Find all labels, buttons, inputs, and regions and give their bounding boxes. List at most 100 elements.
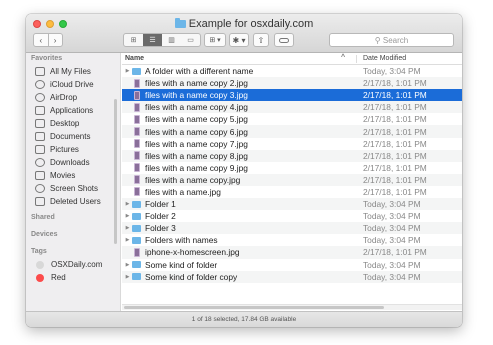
icon-view-button[interactable]: ⊞ xyxy=(124,34,143,46)
forward-button[interactable]: › xyxy=(48,36,62,45)
disclosure-triangle-icon[interactable]: ▶ xyxy=(123,274,132,280)
folder-icon xyxy=(132,224,141,232)
date-modified: Today, 3:04 PM xyxy=(363,223,421,234)
camera-icon xyxy=(35,145,45,154)
sidebar-favorites-header: Favorites xyxy=(31,55,63,62)
disclosure-triangle-icon[interactable]: ▶ xyxy=(123,262,132,268)
file-name: files with a name copy 2.jpg xyxy=(145,78,248,89)
table-row[interactable]: files with a name copy 7.jpg 2/17/18, 1:0… xyxy=(122,138,462,150)
tag-button[interactable] xyxy=(274,33,294,47)
date-modified: Today, 3:04 PM xyxy=(363,271,421,282)
folder-icon xyxy=(132,273,141,281)
gallery-view-button[interactable]: ▭ xyxy=(181,34,200,46)
file-name: files with a name copy 4.jpg xyxy=(145,102,248,113)
finder-window: Example for osxdaily.com ‹ › ⊞ ☰ ▥ ▭ ⊞ ▾… xyxy=(26,14,462,327)
search-field[interactable]: ⚲ Search xyxy=(329,33,454,47)
image-file-icon xyxy=(134,102,140,112)
column-view-button[interactable]: ▥ xyxy=(162,34,181,46)
sidebar-item-label: Movies xyxy=(50,171,76,180)
disclosure-triangle-icon[interactable]: ▶ xyxy=(123,237,132,243)
sidebar-item-screen-shots[interactable]: Screen Shots xyxy=(26,182,120,195)
gear-icon xyxy=(35,184,45,193)
sidebar-devices-header: Devices xyxy=(31,231,58,238)
action-gear-button[interactable]: ✱ ▾ xyxy=(229,33,249,47)
table-row[interactable]: files with a name copy 2.jpg 2/17/18, 1:0… xyxy=(122,77,462,90)
sidebar-item-label: Screen Shots xyxy=(50,184,99,193)
date-modified: 2/17/18, 1:01 PM xyxy=(363,186,427,197)
disclosure-triangle-icon[interactable]: ▶ xyxy=(123,225,132,231)
disclosure-triangle-icon[interactable]: ▶ xyxy=(123,213,132,219)
table-row[interactable]: files with a name copy 3.jpg 2/17/18, 1:0… xyxy=(122,89,462,102)
sidebar-item-airdrop[interactable]: AirDrop xyxy=(26,91,120,104)
table-row[interactable]: files with a name copy 9.jpg 2/17/18, 1:0… xyxy=(122,162,462,174)
table-row[interactable]: ▶ Folder 1 Today, 3:04 PM xyxy=(122,198,462,211)
table-row[interactable]: ▶ Some kind of folder copy Today, 3:04 PM xyxy=(122,270,462,283)
file-name: iphone-x-homescreen.jpg xyxy=(145,247,240,258)
window-title-text: Example for osxdaily.com xyxy=(188,18,314,30)
table-row[interactable]: files with a name copy 5.jpg 2/17/18, 1:0… xyxy=(122,113,462,125)
cloud-icon xyxy=(35,80,45,89)
table-row[interactable]: files with a name copy 4.jpg 2/17/18, 1:0… xyxy=(122,101,462,114)
sidebar-item-label: Downloads xyxy=(50,158,90,167)
sidebar-item-desktop[interactable]: Desktop xyxy=(26,117,120,130)
name-column-header[interactable]: Name xyxy=(125,55,144,62)
date-column-header[interactable]: Date Modified xyxy=(363,55,406,62)
table-row[interactable]: ▶ Folder 3 Today, 3:04 PM xyxy=(122,222,462,235)
sidebar-scrollbar[interactable] xyxy=(114,99,117,244)
image-file-icon xyxy=(134,78,140,88)
date-modified: Today, 3:04 PM xyxy=(363,66,421,77)
file-name: files with a name copy 7.jpg xyxy=(145,138,248,149)
back-button[interactable]: ‹ xyxy=(34,36,48,45)
window-title: Example for osxdaily.com xyxy=(26,18,462,30)
folder-icon xyxy=(132,236,141,244)
date-modified: 2/17/18, 1:01 PM xyxy=(363,114,427,125)
date-modified: 2/17/18, 1:01 PM xyxy=(363,150,427,161)
folder-icon xyxy=(132,67,141,75)
table-row[interactable]: ▶ Folder 2 Today, 3:04 PM xyxy=(122,210,462,222)
table-row[interactable]: ▶ Some kind of folder Today, 3:04 PM xyxy=(122,259,462,271)
disclosure-triangle-icon[interactable]: ▶ xyxy=(123,201,132,207)
sidebar-item-deleted-users[interactable]: Deleted Users xyxy=(26,195,120,208)
image-file-icon xyxy=(134,175,140,185)
airdrop-icon xyxy=(35,93,45,102)
table-row[interactable]: iphone-x-homescreen.jpg 2/17/18, 1:01 PM xyxy=(122,246,462,259)
file-name: files with a name copy.jpg xyxy=(145,174,241,185)
sidebar-item-applications[interactable]: Applications xyxy=(26,104,120,117)
scroll-thumb[interactable] xyxy=(124,306,384,309)
file-name: files with a name copy 8.jpg xyxy=(145,150,248,161)
film-icon xyxy=(35,171,45,180)
sidebar-item-icloud-drive[interactable]: iCloud Drive xyxy=(26,78,120,91)
file-name: files with a name copy 5.jpg xyxy=(145,114,248,125)
sidebar-item-downloads[interactable]: Downloads xyxy=(26,156,120,169)
sidebar: Favorites All My Files iCloud Drive AirD… xyxy=(26,53,121,311)
column-divider[interactable] xyxy=(356,55,357,63)
file-name: files with a name copy 6.jpg xyxy=(145,126,248,137)
arrange-button[interactable]: ⊞ ▾ xyxy=(204,33,226,47)
document-icon xyxy=(35,132,45,141)
sidebar-item-movies[interactable]: Movies xyxy=(26,169,120,182)
sidebar-tag-red[interactable]: Red xyxy=(26,271,120,284)
sidebar-tag-osxdaily[interactable]: OSXDaily.com xyxy=(26,258,120,271)
sidebar-item-all-my-files[interactable]: All My Files xyxy=(26,65,120,78)
file-name: A folder with a different name xyxy=(145,66,254,77)
horizontal-scrollbar[interactable] xyxy=(122,304,462,310)
disclosure-triangle-icon[interactable]: ▶ xyxy=(123,68,132,74)
table-row[interactable]: files with a name copy.jpg 2/17/18, 1:01 … xyxy=(122,173,462,186)
sidebar-item-pictures[interactable]: Pictures xyxy=(26,143,120,156)
table-row[interactable]: ▶ Folders with names Today, 3:04 PM xyxy=(122,234,462,246)
sidebar-item-label: All My Files xyxy=(50,67,91,76)
table-row[interactable]: files with a name.jpg 2/17/18, 1:01 PM xyxy=(122,186,462,198)
sidebar-item-documents[interactable]: Documents xyxy=(26,130,120,143)
list-view-button[interactable]: ☰ xyxy=(143,34,162,46)
share-button[interactable]: ⇧ xyxy=(253,33,269,47)
file-rows: ▶ A folder with a different name Today, 3:… xyxy=(122,65,462,283)
table-row[interactable]: files with a name copy 8.jpg 2/17/18, 1:0… xyxy=(122,149,462,162)
date-modified: 2/17/18, 1:01 PM xyxy=(363,247,427,258)
image-file-icon xyxy=(134,114,140,124)
file-name: Folders with names xyxy=(145,235,218,246)
table-row[interactable]: files with a name copy 6.jpg 2/17/18, 1:0… xyxy=(122,125,462,138)
sidebar-item-label: Pictures xyxy=(50,145,79,154)
table-row[interactable]: ▶ A folder with a different name Today, 3:… xyxy=(122,65,462,77)
magnifier-icon: ⚲ xyxy=(374,36,383,45)
date-modified: 2/17/18, 1:01 PM xyxy=(363,90,427,101)
